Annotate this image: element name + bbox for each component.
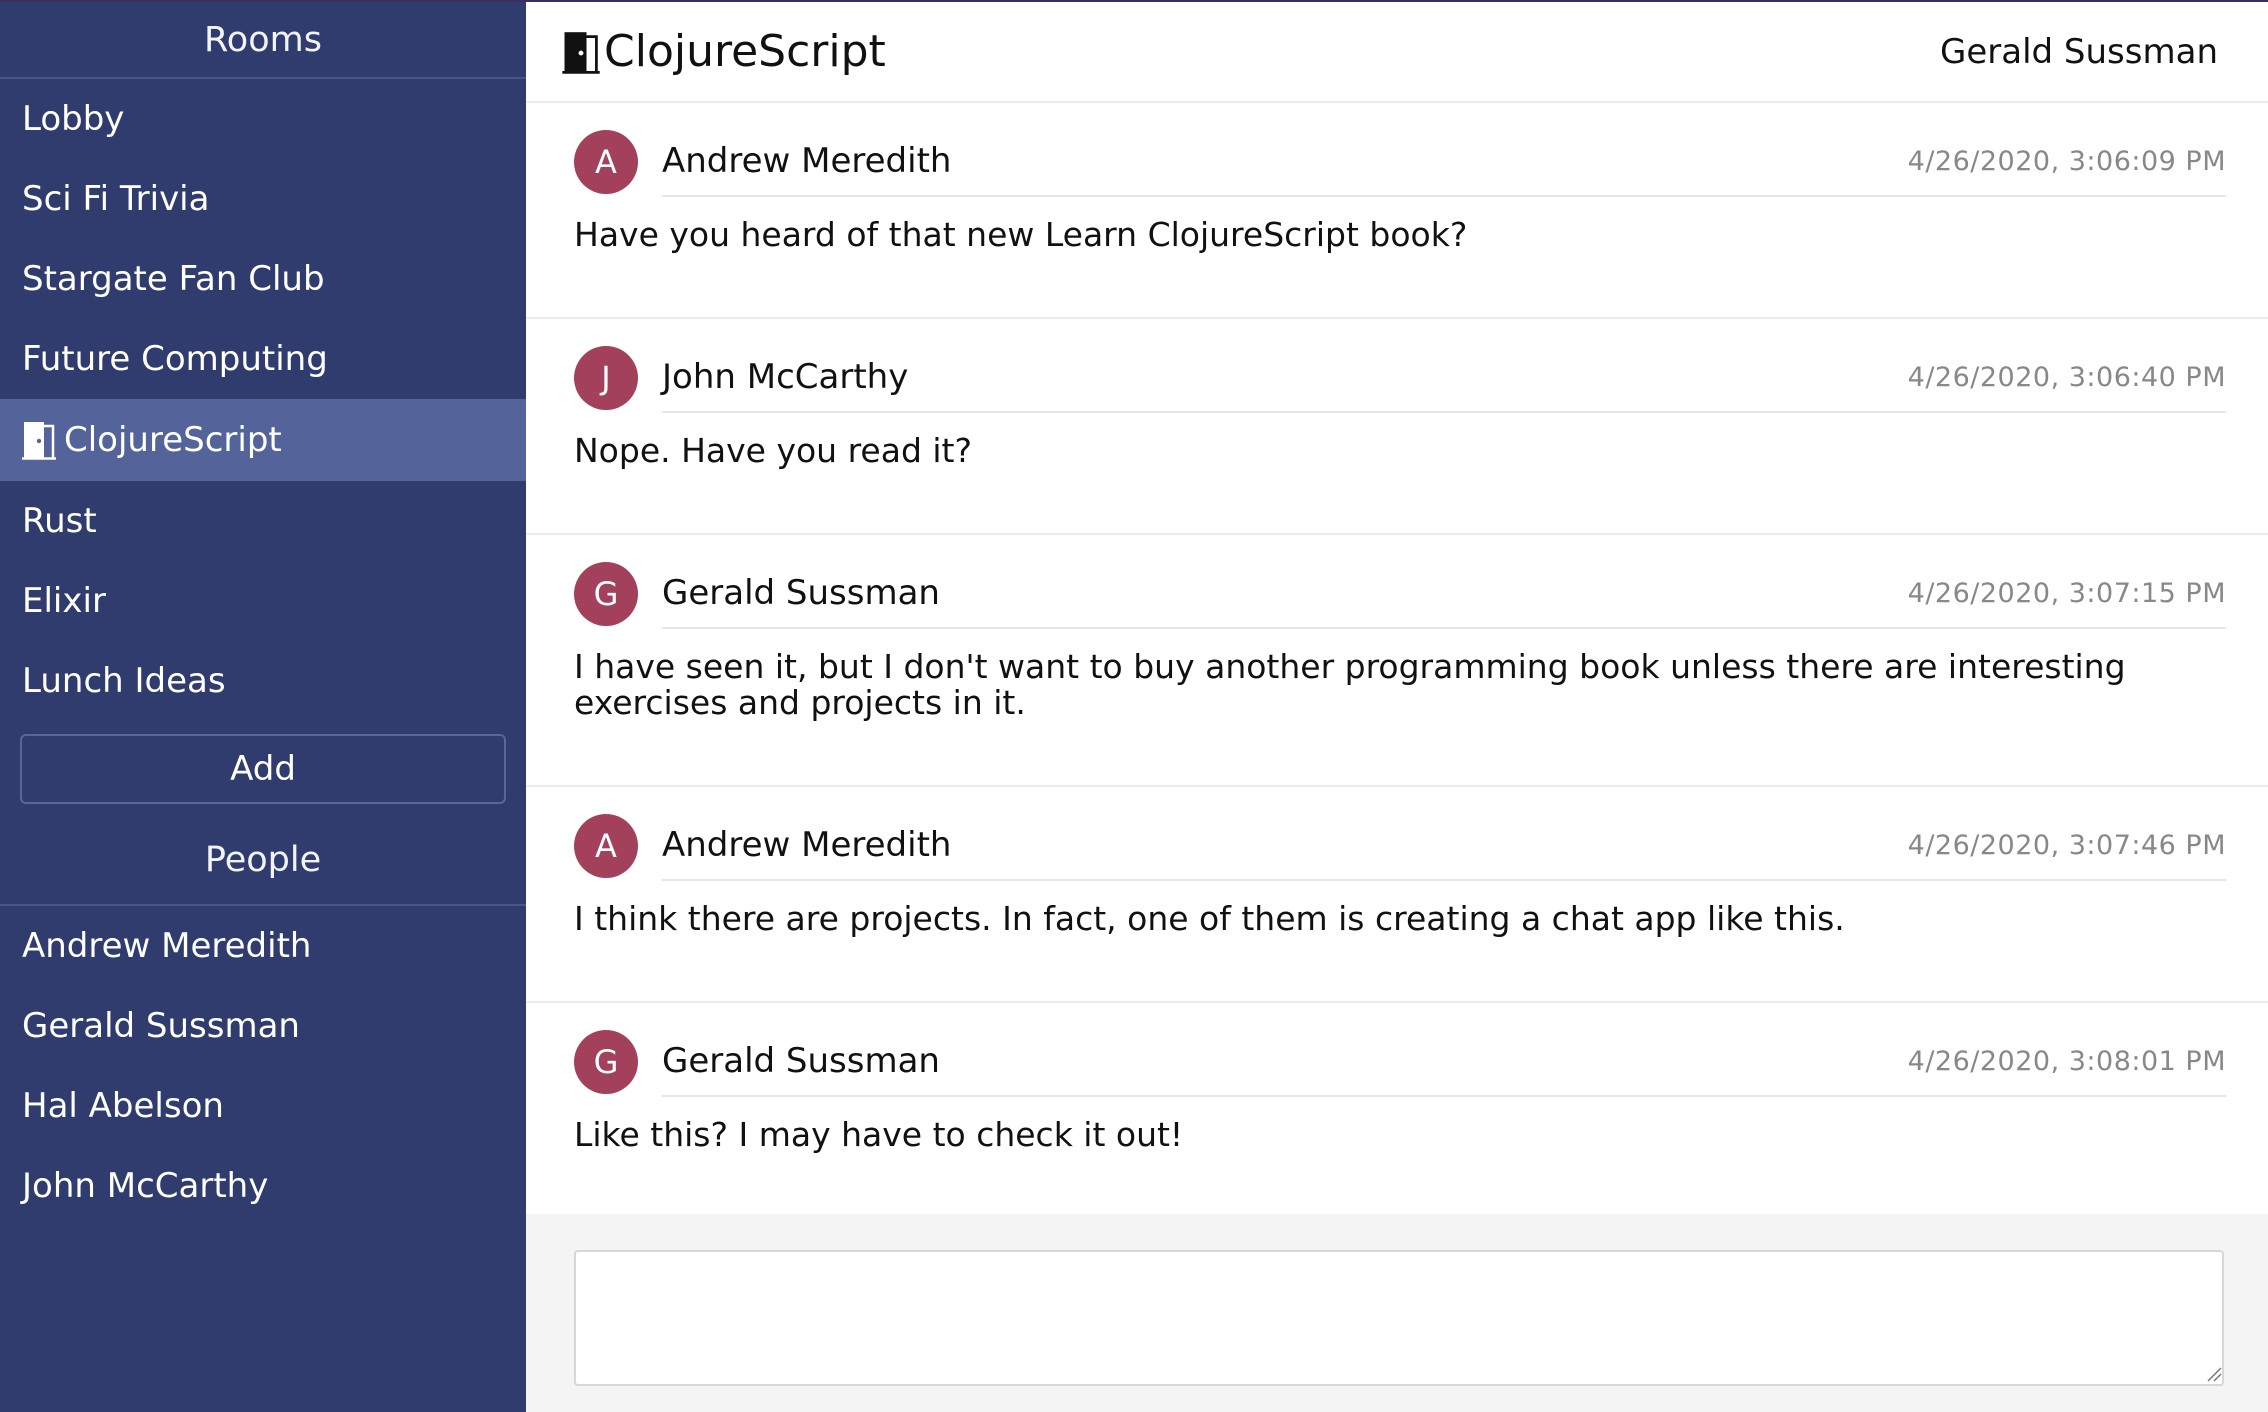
avatar: A [574, 130, 638, 194]
message-header: A Andrew Meredith 4/26/2020, 3:06:09 PM [574, 127, 2226, 197]
room-label: Lunch Ideas [22, 661, 226, 701]
message-author: Andrew Meredith [662, 825, 952, 865]
message: A Andrew Meredith 4/26/2020, 3:06:09 PM … [526, 103, 2268, 319]
chat-app: Rooms Lobby Sci Fi Trivia Stargate Fan C… [0, 0, 2268, 1412]
message-meta: Gerald Sussman 4/26/2020, 3:07:15 PM [662, 559, 2226, 629]
person-label: Hal Abelson [22, 1086, 224, 1126]
message-list: A Andrew Meredith 4/26/2020, 3:06:09 PM … [526, 103, 2268, 1213]
message-timestamp: 4/26/2020, 3:06:09 PM [1907, 145, 2226, 177]
room-title-text: ClojureScript [604, 26, 886, 77]
message-meta: Andrew Meredith 4/26/2020, 3:06:09 PM [662, 127, 2226, 197]
message-timestamp: 4/26/2020, 3:06:40 PM [1907, 361, 2226, 393]
rooms-heading: Rooms [0, 2, 526, 79]
message-meta: Gerald Sussman 4/26/2020, 3:08:01 PM [662, 1027, 2226, 1097]
chat-header: ClojureScript Gerald Sussman [526, 2, 2268, 103]
person-item-john-mccarthy[interactable]: John McCarthy [0, 1146, 526, 1226]
person-item-andrew-meredith[interactable]: Andrew Meredith [0, 906, 526, 986]
room-item-lunch-ideas[interactable]: Lunch Ideas [0, 641, 526, 721]
room-label: Lobby [22, 99, 125, 139]
room-label: Stargate Fan Club [22, 259, 325, 299]
avatar: A [574, 814, 638, 878]
person-item-gerald-sussman[interactable]: Gerald Sussman [0, 986, 526, 1066]
room-item-rust[interactable]: Rust [0, 481, 526, 561]
message-timestamp: 4/26/2020, 3:07:15 PM [1907, 577, 2226, 609]
message-author: Gerald Sussman [662, 1041, 940, 1081]
message-text: I have seen it, but I don't want to buy … [574, 647, 2126, 722]
person-label: John McCarthy [22, 1166, 269, 1206]
room-label: Elixir [22, 581, 106, 621]
current-user[interactable]: Gerald Sussman [1940, 32, 2218, 72]
room-label: Future Computing [22, 339, 328, 379]
message: J John McCarthy 4/26/2020, 3:06:40 PM No… [526, 319, 2268, 535]
person-item-hal-abelson[interactable]: Hal Abelson [0, 1066, 526, 1146]
door-icon [562, 30, 600, 74]
message-header: A Andrew Meredith 4/26/2020, 3:07:46 PM [574, 811, 2226, 881]
message-text: Like this? I may have to check it out! [574, 1115, 1184, 1154]
room-item-stargate-fan-club[interactable]: Stargate Fan Club [0, 239, 526, 319]
message-meta: John McCarthy 4/26/2020, 3:06:40 PM [662, 343, 2226, 413]
message-header: J John McCarthy 4/26/2020, 3:06:40 PM [574, 343, 2226, 413]
door-icon [22, 420, 56, 460]
message-text: I think there are projects. In fact, one… [574, 899, 1845, 938]
message-author: John McCarthy [662, 357, 909, 397]
message-author: Gerald Sussman [662, 573, 940, 613]
message-header: G Gerald Sussman 4/26/2020, 3:08:01 PM [574, 1027, 2226, 1097]
message-text: Have you heard of that new Learn Clojure… [574, 215, 1468, 254]
people-heading: People [0, 816, 526, 906]
message-timestamp: 4/26/2020, 3:08:01 PM [1907, 1045, 2226, 1077]
avatar: G [574, 1030, 638, 1094]
room-item-lobby[interactable]: Lobby [0, 79, 526, 159]
message-timestamp: 4/26/2020, 3:07:46 PM [1907, 829, 2226, 861]
message-meta: Andrew Meredith 4/26/2020, 3:07:46 PM [662, 811, 2226, 881]
message: G Gerald Sussman 4/26/2020, 3:07:15 PM I… [526, 535, 2268, 787]
person-label: Gerald Sussman [22, 1006, 300, 1046]
message: G Gerald Sussman 4/26/2020, 3:08:01 PM L… [526, 1003, 2268, 1213]
resize-grip-icon[interactable] [2206, 1366, 2222, 1382]
room-label: ClojureScript [64, 420, 282, 460]
message-text: Nope. Have you read it? [574, 431, 973, 470]
room-label: Rust [22, 501, 97, 541]
room-item-future-computing[interactable]: Future Computing [0, 319, 526, 399]
person-label: Andrew Meredith [22, 926, 312, 966]
room-item-elixir[interactable]: Elixir [0, 561, 526, 641]
message-input[interactable] [574, 1250, 2224, 1386]
composer-area [526, 1214, 2268, 1412]
message: A Andrew Meredith 4/26/2020, 3:07:46 PM … [526, 787, 2268, 1003]
room-label: Sci Fi Trivia [22, 179, 210, 219]
room-item-sci-fi-trivia[interactable]: Sci Fi Trivia [0, 159, 526, 239]
add-room-row: Add [0, 721, 526, 816]
add-room-button[interactable]: Add [20, 733, 506, 804]
message-header: G Gerald Sussman 4/26/2020, 3:07:15 PM [574, 559, 2226, 629]
room-item-clojurescript[interactable]: ClojureScript [0, 399, 526, 481]
avatar: J [574, 346, 638, 410]
message-author: Andrew Meredith [662, 141, 952, 181]
avatar: G [574, 562, 638, 626]
room-title: ClojureScript [562, 26, 886, 77]
sidebar: Rooms Lobby Sci Fi Trivia Stargate Fan C… [0, 2, 526, 1412]
chat-main: ClojureScript Gerald Sussman A Andrew Me… [526, 2, 2268, 1412]
